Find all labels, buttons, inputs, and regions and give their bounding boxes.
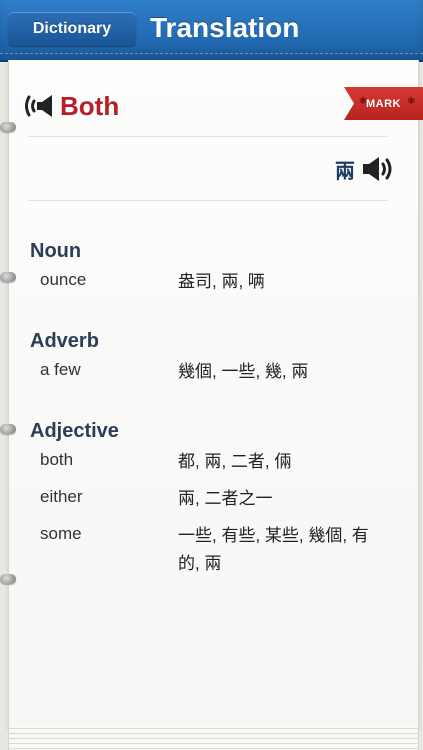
english-meaning: a few [40,360,81,379]
english-meaning: both [40,450,74,469]
english-meaning: ounce [40,270,87,289]
divider [28,136,387,137]
binder-ring-icon [0,424,16,434]
english-meaning: either [40,487,83,506]
translation-text: 兩 [335,160,355,183]
navigation-bar: Dictionary Translation [0,0,423,62]
page-title: Translation [150,12,300,43]
divider [28,200,387,201]
dictionary-back-button[interactable]: Dictionary [8,12,136,46]
part-of-speech-heading: Adjective [30,420,119,442]
part-of-speech-heading: Noun [30,240,82,262]
english-meaning: some [40,524,82,543]
chinese-translation: 兩, 二者之一 [178,489,273,508]
binder-ring-icon [0,574,16,584]
chinese-translation: 一些, 有些, 某些, 幾個, 有的, 兩 [178,526,369,573]
speaker-icon[interactable] [22,89,56,123]
translation-row: 兩 [335,153,395,185]
part-of-speech-heading: Adverb [30,330,99,352]
chinese-translation: 幾個, 一些, 幾, 兩 [178,362,309,381]
word-header: Both [22,86,119,126]
word-text: Both [60,90,120,121]
chinese-translation: 盎司, 兩, 唡 [178,272,265,291]
mark-button[interactable]: MARK [344,87,423,120]
binder-ring-icon [0,122,16,132]
paper-stack-edge [8,724,419,750]
speaker-icon[interactable] [361,153,395,185]
binder-ring-icon [0,272,16,282]
chinese-translation: 都, 兩, 二者, 倆 [178,452,292,471]
